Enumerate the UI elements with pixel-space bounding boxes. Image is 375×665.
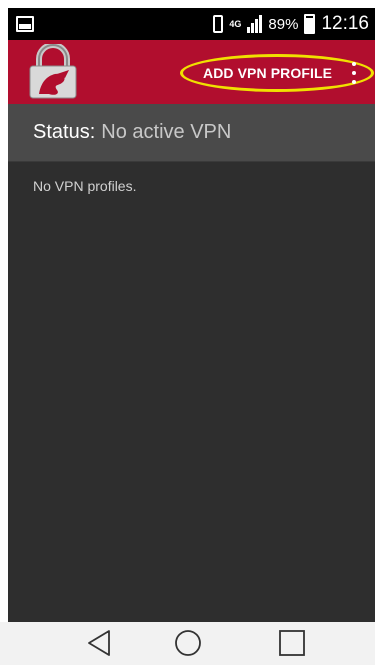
battery-percentage: 89%: [268, 15, 299, 33]
signal-strength-icon: [247, 15, 263, 33]
vpn-status-row: Status: No active VPN: [8, 104, 375, 162]
add-vpn-profile-button[interactable]: ADD VPN PROFILE: [180, 54, 374, 92]
app-logo-lock-icon: [29, 44, 77, 99]
home-icon[interactable]: [168, 626, 208, 660]
back-icon[interactable]: [80, 626, 120, 660]
status-bar: 4G 89% 12:16: [8, 8, 375, 40]
gallery-notification-icon: [16, 16, 34, 32]
network-type-icon: 4G: [229, 18, 242, 29]
app-toolbar: ADD VPN PROFILE: [8, 40, 375, 104]
vpn-profile-list: No VPN profiles.: [8, 162, 375, 622]
android-screen: 4G 89% 12:16 ADD VPN PROFILE Status: No …: [0, 0, 375, 665]
overflow-menu-icon[interactable]: [347, 62, 361, 84]
phone-vibrate-icon: [213, 15, 224, 33]
battery-icon: [304, 14, 316, 34]
status-label: Status:: [33, 121, 96, 143]
clock: 12:16: [321, 13, 369, 34]
status-value: No active VPN: [101, 121, 232, 143]
recent-apps-icon[interactable]: [272, 626, 312, 660]
add-vpn-profile-label: ADD VPN PROFILE: [203, 65, 333, 81]
navigation-bar: [0, 622, 375, 665]
empty-list-message: No VPN profiles.: [33, 178, 137, 194]
